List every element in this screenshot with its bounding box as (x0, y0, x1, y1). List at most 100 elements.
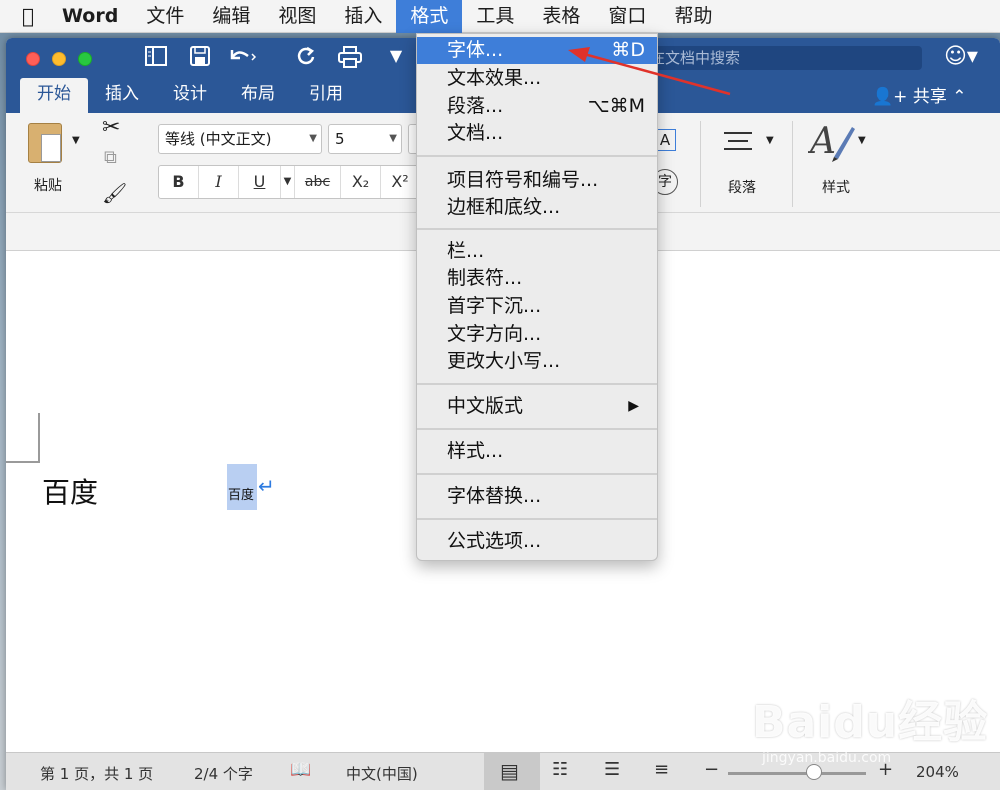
menu-item-columns[interactable]: 栏... (417, 238, 657, 265)
menu-item-bullets-numbering[interactable]: 项目符号和编号... (417, 167, 657, 194)
styles-dropdown-icon[interactable]: ▼ (858, 135, 866, 146)
watermark-logo: Baidu经验 (752, 697, 989, 748)
menu-item-label: 制表符... (447, 267, 523, 289)
menu-help[interactable]: 帮助 (660, 0, 726, 33)
menu-insert[interactable]: 插入 (330, 0, 396, 33)
tab-home[interactable]: 开始 (20, 78, 88, 113)
menu-item-label: 首字下沉... (447, 295, 542, 317)
menu-item-label: 文本效果... (447, 67, 542, 89)
print-icon[interactable] (336, 46, 364, 73)
font-size-select[interactable]: 5 ▼ (328, 124, 402, 154)
zoom-slider-track[interactable] (728, 772, 866, 775)
menu-item-tabs[interactable]: 制表符... (417, 265, 657, 292)
menu-shortcut: ⌘D (611, 39, 645, 61)
undo-icon[interactable] (228, 46, 257, 71)
menu-item-text-effects[interactable]: 文本效果... (417, 65, 657, 92)
menu-item-font[interactable]: 字体... ⌘D (417, 37, 657, 64)
zoom-window-button[interactable] (78, 52, 92, 66)
paragraph-label: 段落 (728, 180, 756, 196)
font-name-value: 等线 (中文正文) (165, 130, 272, 148)
menu-item-equation-options[interactable]: 公式选项... (417, 528, 657, 555)
underline-dropdown-icon[interactable]: ▼ (281, 166, 295, 198)
menu-item-drop-cap[interactable]: 首字下沉... (417, 293, 657, 320)
web-layout-icon[interactable]: ☷ (552, 759, 568, 780)
cut-icon[interactable]: ✂ (102, 115, 120, 140)
menu-tools[interactable]: 工具 (462, 0, 528, 33)
menu-item-paragraph[interactable]: 段落... ⌥⌘M (417, 93, 657, 120)
redo-icon[interactable] (292, 46, 320, 71)
tab-layout[interactable]: 布局 (224, 78, 292, 113)
minimize-window-button[interactable] (52, 52, 66, 66)
proofing-icon[interactable]: 📖 (290, 760, 311, 780)
smiley-icon[interactable]: ☺▾ (944, 44, 978, 69)
font-name-select[interactable]: 等线 (中文正文) ▼ (158, 124, 322, 154)
menu-item-style[interactable]: 样式... (417, 438, 657, 465)
menu-table[interactable]: 表格 (528, 0, 594, 33)
italic-button[interactable]: I (199, 166, 239, 198)
menu-item-label: 字体... (447, 39, 504, 61)
tab-design[interactable]: 设计 (156, 78, 224, 113)
page-count[interactable]: 第 1 页，共 1 页 (40, 763, 153, 784)
print-layout-icon[interactable]: ▤ (500, 759, 519, 783)
menu-item-text-direction[interactable]: 文字方向... (417, 321, 657, 348)
menu-item-label: 段落... (447, 95, 504, 117)
language-indicator[interactable]: 中文(中国) (346, 763, 418, 784)
menu-separator (417, 428, 657, 430)
ribbon-tabs: 开始 插入 设计 布局 引用 (20, 78, 360, 113)
word-count[interactable]: 2/4 个字 (194, 763, 253, 784)
paste-dropdown-icon[interactable]: ▼ (72, 135, 80, 146)
document-text-selected[interactable]: 百度 (228, 484, 254, 503)
menu-item-label: 文字方向... (447, 323, 542, 345)
menu-item-label: 栏... (447, 240, 485, 262)
menu-item-label: 公式选项... (447, 530, 542, 552)
bold-button[interactable]: B (159, 166, 199, 198)
font-format-group: B I U ▼ abc X₂ X² (158, 165, 420, 199)
menu-format[interactable]: 格式 (396, 0, 463, 33)
menu-item-document[interactable]: 文档... (417, 120, 657, 147)
underline-button[interactable]: U (239, 166, 281, 198)
zoom-out-button[interactable]: − (704, 759, 719, 780)
menu-shortcut: ⌥⌘M (587, 95, 645, 117)
tab-references[interactable]: 引用 (292, 78, 360, 113)
menu-item-borders-shading[interactable]: 边框和底纹... (417, 194, 657, 221)
paste-label: 粘贴 (34, 178, 62, 194)
menu-bar:  Word 文件 编辑 视图 插入 格式 工具 表格 窗口 帮助 (0, 0, 1000, 33)
paragraph-dropdown-icon[interactable]: ▼ (766, 135, 774, 146)
paste-icon[interactable] (28, 123, 62, 163)
subscript-button[interactable]: X₂ (341, 166, 381, 198)
draft-view-icon[interactable]: ≡ (654, 759, 669, 780)
paragraph-icon[interactable] (718, 121, 758, 165)
sidebar-icon[interactable] (142, 46, 170, 71)
copy-icon[interactable]: ⧉ (104, 147, 117, 168)
apple-logo-icon[interactable]:  (0, 4, 56, 28)
menu-item-label: 文档... (447, 122, 504, 144)
menu-item-label: 边框和底纹... (447, 196, 561, 218)
save-icon[interactable] (186, 46, 214, 71)
menu-item-label: 样式... (447, 440, 504, 462)
superscript-button[interactable]: X² (381, 166, 419, 198)
format-painter-icon[interactable]: 🖌 (102, 181, 127, 205)
paragraph-mark-icon: ↵ (258, 474, 275, 498)
menu-item-change-case[interactable]: 更改大小写... (417, 348, 657, 375)
menu-separator (417, 228, 657, 230)
share-button[interactable]: 👤+ 共享 ⌃ (872, 82, 966, 107)
menu-window[interactable]: 窗口 (594, 0, 660, 33)
share-label: 共享 (912, 87, 947, 107)
menu-item-font-substitution[interactable]: 字体替换... (417, 483, 657, 510)
document-text-large[interactable]: 百度 (42, 471, 98, 511)
collapse-ribbon-icon[interactable]: ⌃ (952, 87, 966, 107)
menu-edit[interactable]: 编辑 (198, 0, 264, 33)
ribbon-divider (792, 121, 793, 207)
outline-view-icon[interactable]: ☰ (604, 759, 620, 780)
zoom-slider-knob[interactable] (806, 764, 822, 780)
menu-item-asian-layout[interactable]: 中文版式 ▶ (417, 393, 657, 420)
strikethrough-button[interactable]: abc (295, 166, 341, 198)
styles-icon[interactable]: A (807, 117, 858, 167)
tab-insert[interactable]: 插入 (88, 78, 156, 113)
menu-view[interactable]: 视图 (264, 0, 330, 33)
close-window-button[interactable] (26, 52, 40, 66)
customize-toolbar-icon[interactable]: ▼ (382, 46, 410, 65)
menu-word[interactable]: Word (56, 0, 132, 33)
menu-file[interactable]: 文件 (132, 0, 198, 33)
chevron-down-icon: ▼ (309, 133, 317, 144)
